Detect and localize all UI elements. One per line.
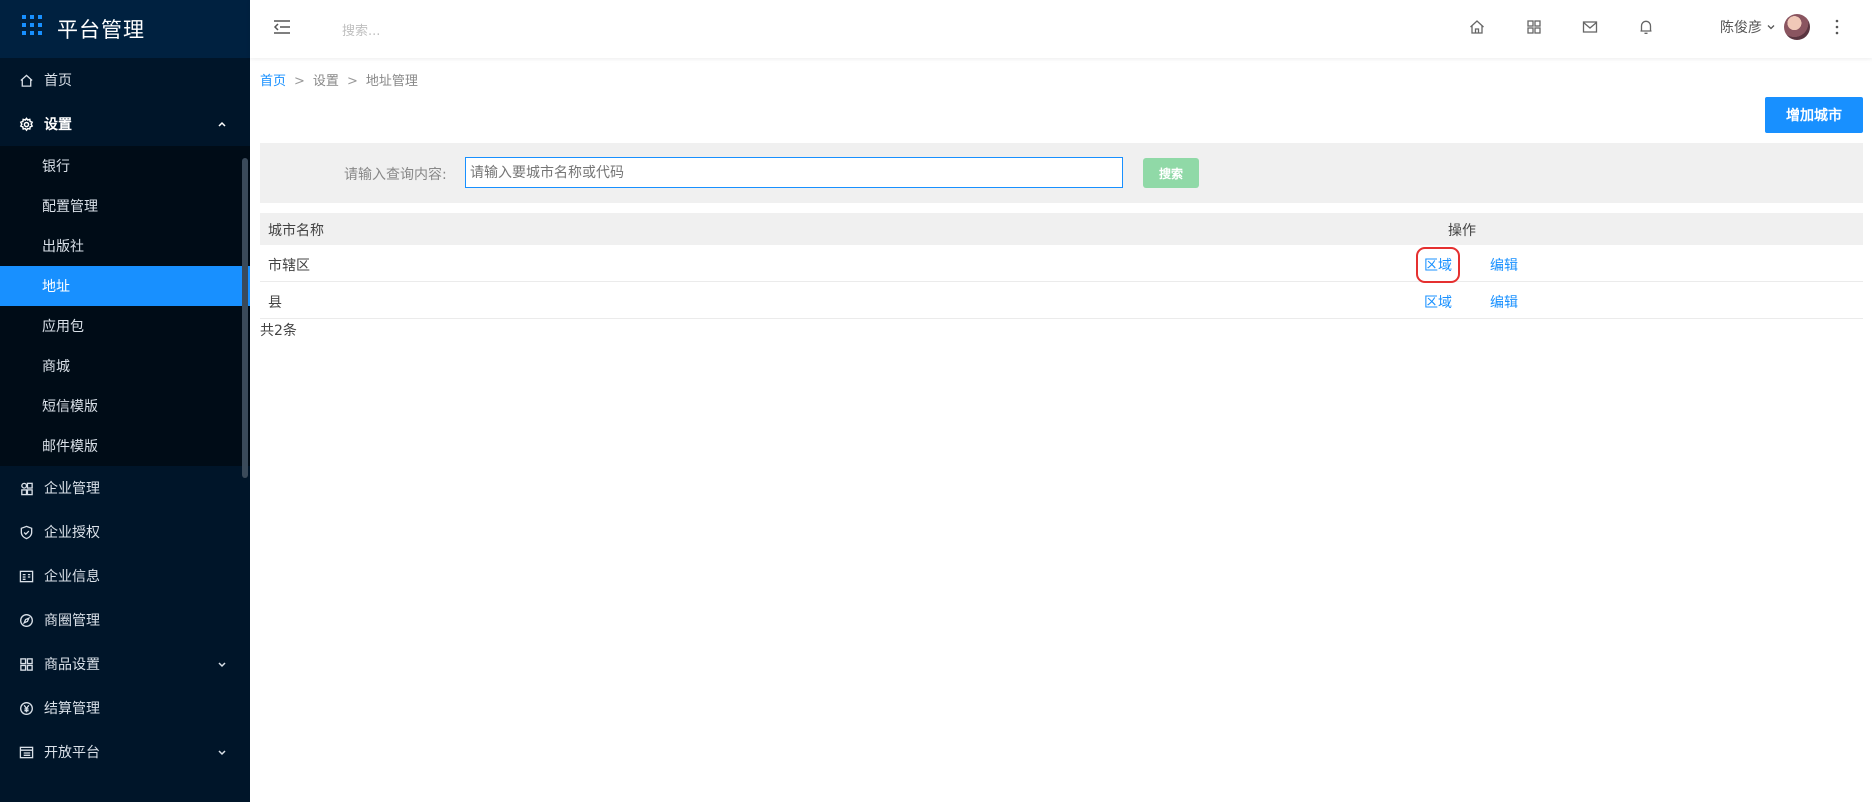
yen-icon <box>18 700 34 716</box>
mail-icon[interactable] <box>1581 18 1599 36</box>
edit-link[interactable]: 编辑 <box>1490 292 1518 312</box>
id-card-icon <box>18 568 34 584</box>
city-table: 城市名称 操作 市辖区 区域 编辑 县 区域 编辑 <box>260 213 1863 319</box>
add-city-button[interactable]: 增加城市 <box>1765 97 1863 133</box>
apps-icon <box>18 656 34 672</box>
city-name: 市辖区 <box>268 258 310 274</box>
home-icon <box>18 72 34 88</box>
chevron-down-icon <box>1767 25 1775 30</box>
breadcrumb-separator: > <box>294 74 305 89</box>
region-link[interactable]: 区域 <box>1416 247 1460 283</box>
filter-label: 请输入查询内容: <box>344 167 447 183</box>
menu-fold-icon[interactable] <box>272 17 292 37</box>
sidebar-item-address[interactable]: 地址 <box>0 266 250 306</box>
header-search-input[interactable]: 搜索... <box>342 20 380 39</box>
sidebar-item-email-template[interactable]: 邮件模版 <box>0 426 250 466</box>
sidebar-item-home[interactable]: 首页 <box>0 58 250 102</box>
sidebar-item-label: 企业授权 <box>44 525 100 541</box>
edit-link[interactable]: 编辑 <box>1490 255 1518 275</box>
sidebar-item-app-package[interactable]: 应用包 <box>0 306 250 346</box>
breadcrumb-home[interactable]: 首页 <box>260 74 286 89</box>
sidebar-item-label: 商品设置 <box>44 657 100 673</box>
brand: 平台管理 <box>0 0 250 58</box>
app-grid-icon <box>22 15 42 35</box>
sidebar-item-business-district[interactable]: 商圈管理 <box>0 598 250 642</box>
table-header: 城市名称 操作 <box>260 213 1863 245</box>
city-search-input[interactable] <box>465 157 1123 188</box>
avatar[interactable] <box>1784 14 1810 40</box>
region-link[interactable]: 区域 <box>1424 292 1452 312</box>
search-filter-bar: 请输入查询内容: 搜索 <box>260 143 1863 203</box>
brand-title: 平台管理 <box>57 18 145 42</box>
sidebar-item-enterprise-auth[interactable]: 企业授权 <box>0 510 250 554</box>
sidebar-item-label: 开放平台 <box>44 745 100 761</box>
column-header-actions: 操作 <box>1448 223 1476 239</box>
sidebar-item-enterprise[interactable]: 企业管理 <box>0 466 250 510</box>
sidebar-item-label: 商圈管理 <box>44 613 100 629</box>
top-header: 搜索... 陈俊彦 <box>250 0 1872 58</box>
chevron-up-icon <box>218 121 226 127</box>
chevron-down-icon <box>218 662 226 668</box>
sidebar-item-product-settings[interactable]: 商品设置 <box>0 642 250 686</box>
home-icon[interactable] <box>1468 18 1486 36</box>
sidebar-item-label: 结算管理 <box>44 701 100 717</box>
gear-icon <box>18 116 34 132</box>
sidebar-item-label: 首页 <box>44 73 72 89</box>
platform-icon <box>18 744 34 760</box>
enterprise-icon <box>18 480 34 496</box>
breadcrumb-separator: > <box>346 74 358 89</box>
more-vertical-icon[interactable] <box>1835 18 1839 36</box>
sidebar-item-label: 设置 <box>44 117 72 133</box>
user-name: 陈俊彦 <box>1720 20 1762 36</box>
apps-icon[interactable] <box>1525 18 1543 36</box>
breadcrumb-settings[interactable]: 设置 <box>313 74 339 89</box>
main-content: 首页 > 设置 > 地址管理 增加城市 请输入查询内容: 搜索 城市名称 操作 市辖区 … <box>250 58 1872 802</box>
search-button[interactable]: 搜索 <box>1143 158 1199 188</box>
sidebar-item-publisher[interactable]: 出版社 <box>0 226 250 266</box>
sidebar-item-mall[interactable]: 商城 <box>0 346 250 386</box>
settings-submenu: 银行 配置管理 出版社 地址 应用包 商城 短信模版 邮件模版 <box>0 146 250 466</box>
sidebar: 平台管理 首页 设置 银行 配置管理 出版社 地址 应用包 商城 短信模版 邮件… <box>0 0 250 802</box>
breadcrumb: 首页 > 设置 > 地址管理 <box>260 70 418 89</box>
sidebar-item-open-platform[interactable]: 开放平台 <box>0 730 250 774</box>
shield-icon <box>18 524 34 540</box>
user-menu[interactable]: 陈俊彦 <box>1720 14 1810 40</box>
compass-icon <box>18 612 34 628</box>
table-row: 县 区域 编辑 <box>260 282 1863 319</box>
sidebar-item-config[interactable]: 配置管理 <box>0 186 250 226</box>
sidebar-item-sms-template[interactable]: 短信模版 <box>0 386 250 426</box>
sidebar-item-bank[interactable]: 银行 <box>0 146 250 186</box>
sidebar-item-enterprise-info[interactable]: 企业信息 <box>0 554 250 598</box>
bell-icon[interactable] <box>1637 18 1655 36</box>
chevron-down-icon <box>218 750 226 756</box>
sidebar-scrollbar[interactable] <box>242 158 248 478</box>
sidebar-item-label: 企业信息 <box>44 569 100 585</box>
total-count: 共2条 <box>260 323 297 339</box>
sidebar-item-settings[interactable]: 设置 <box>0 102 250 146</box>
column-header-city-name: 城市名称 <box>268 223 324 239</box>
sidebar-item-settlement[interactable]: 结算管理 <box>0 686 250 730</box>
breadcrumb-current: 地址管理 <box>365 74 418 89</box>
table-row: 市辖区 区域 编辑 <box>260 245 1863 283</box>
sidebar-item-label: 企业管理 <box>44 481 100 497</box>
city-name: 县 <box>268 295 282 311</box>
